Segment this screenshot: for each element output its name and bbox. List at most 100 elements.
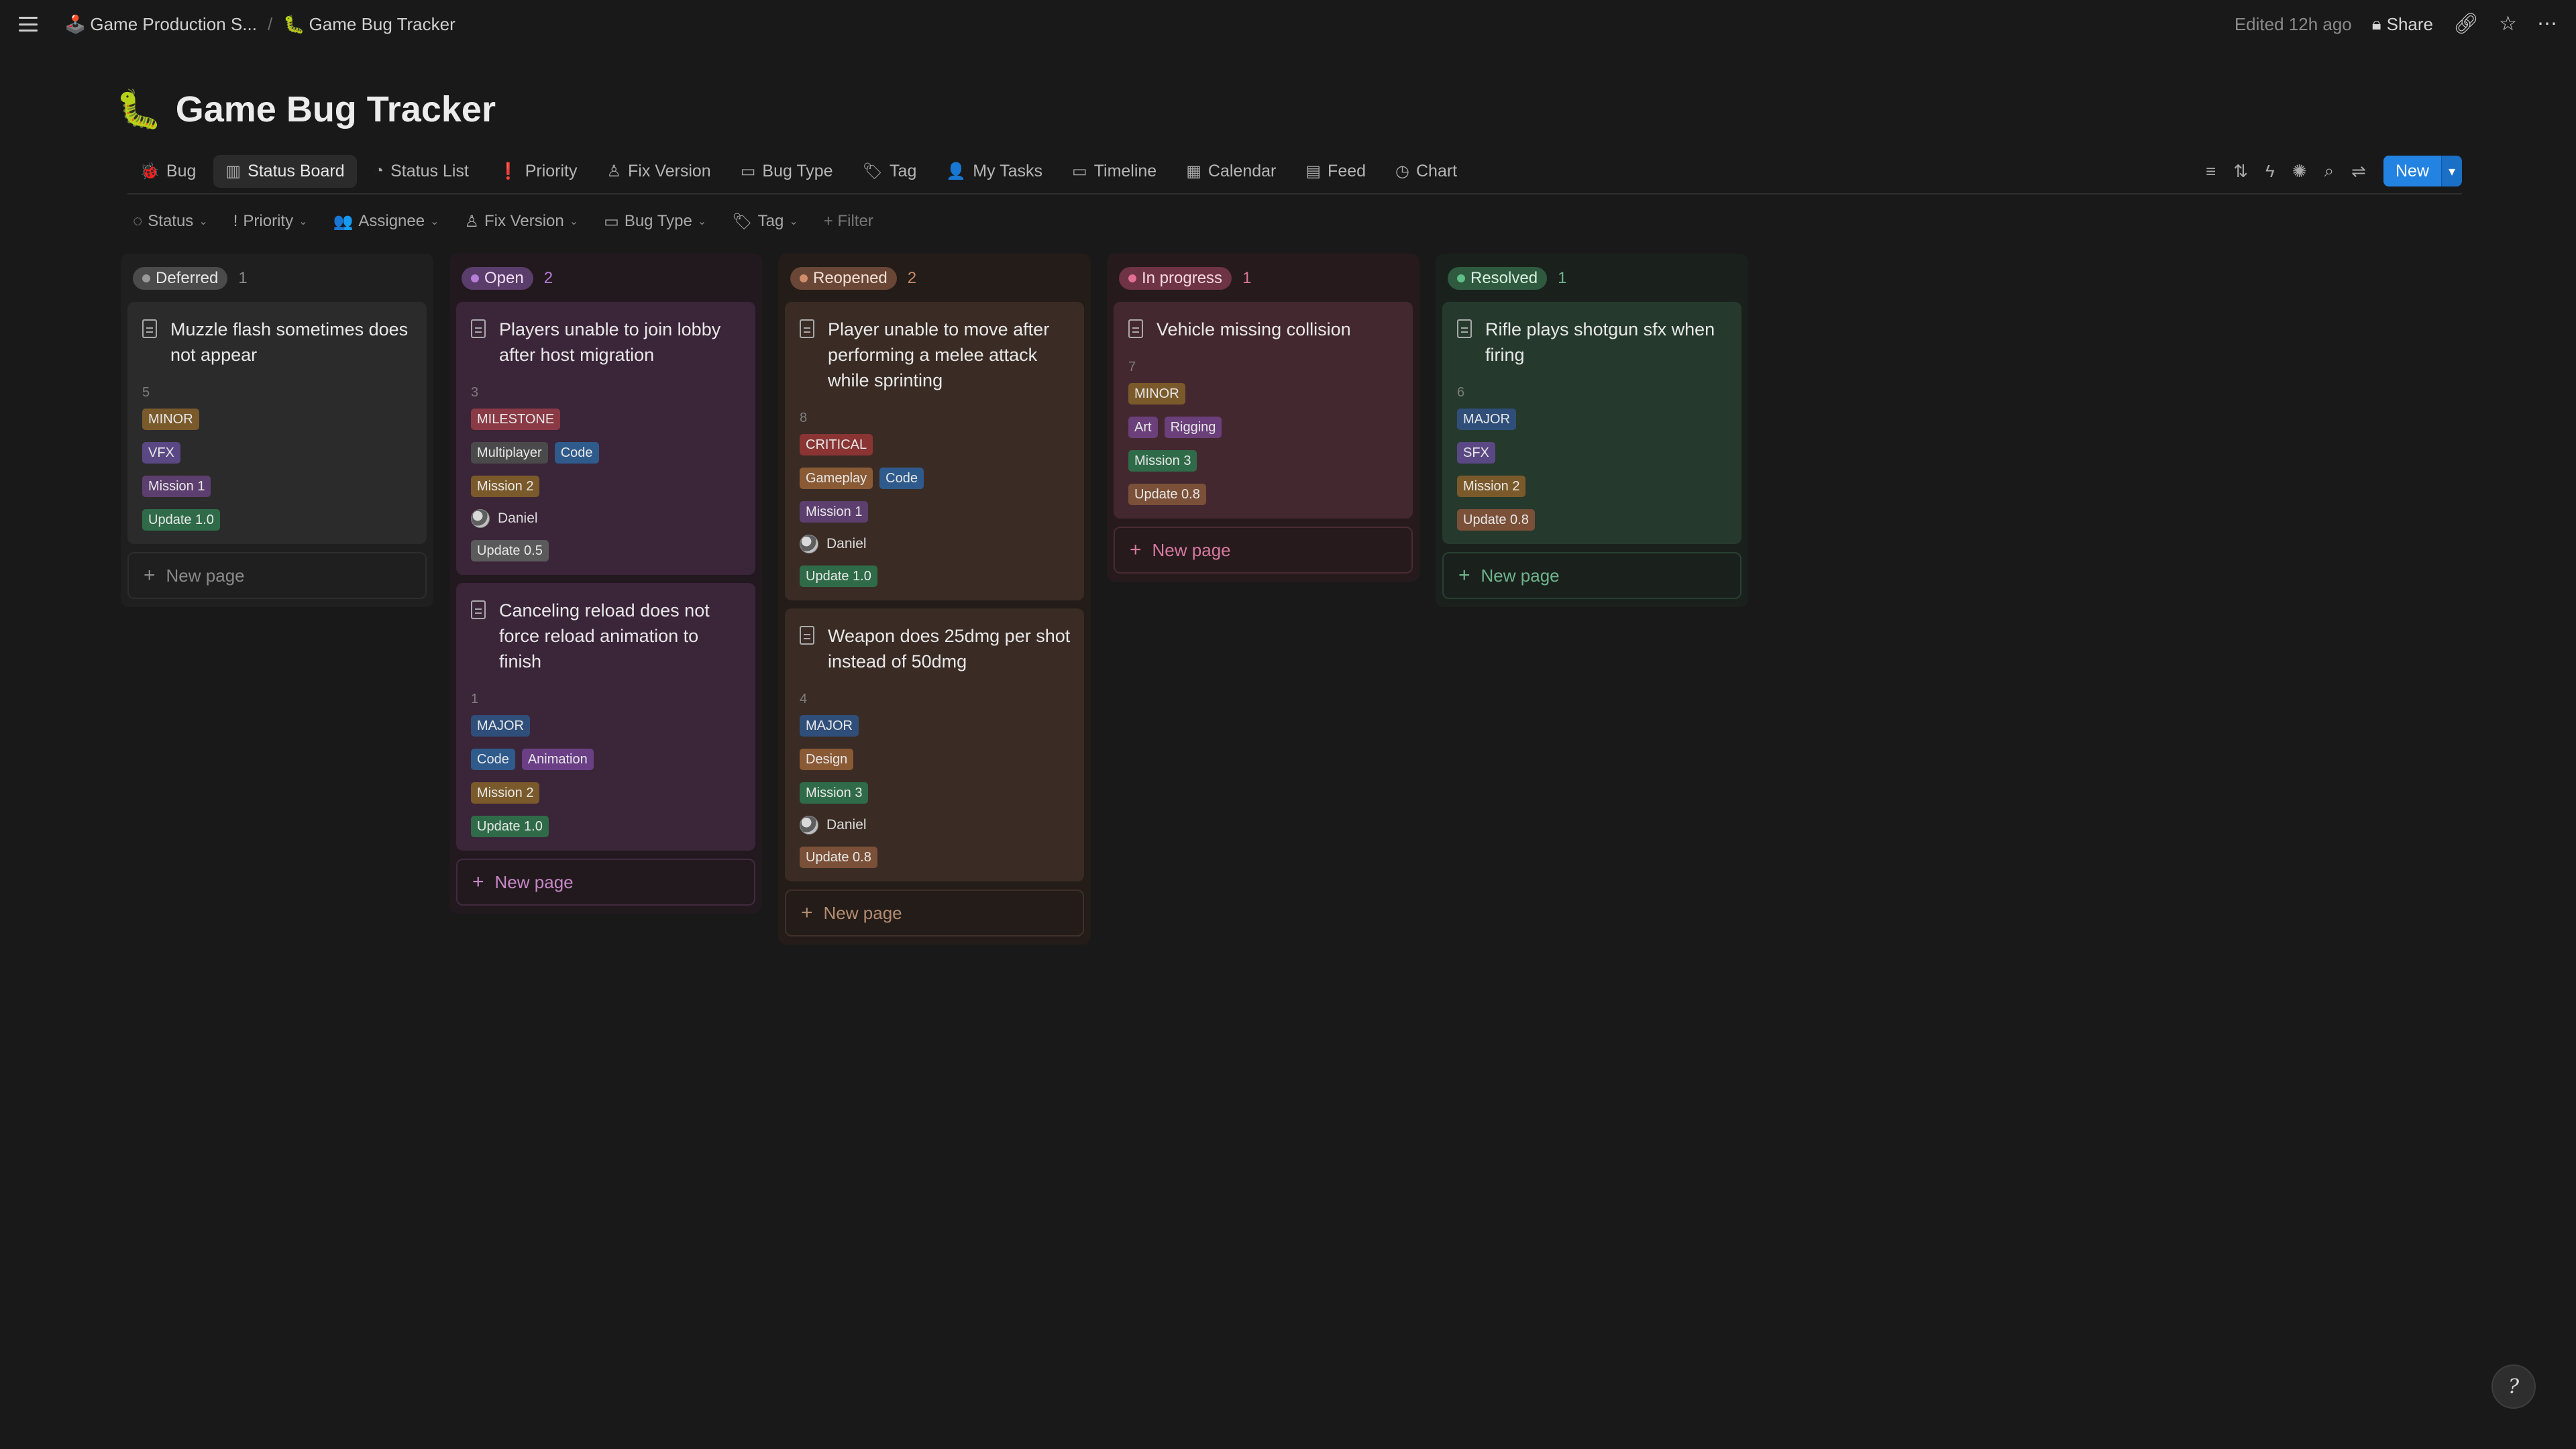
status-dot-icon: [800, 274, 808, 282]
automation-icon[interactable]: ϟ: [2265, 161, 2275, 182]
calendar-view-icon: ▦: [1186, 162, 1201, 180]
tab-status-list[interactable]: ◔ Status List: [362, 155, 481, 188]
new-page-button[interactable]: + New page: [1114, 527, 1413, 574]
severity-tag: MAJOR: [471, 715, 530, 737]
status-board-view-icon: ▥: [225, 162, 241, 180]
bug-view-icon: 🐞: [140, 162, 160, 180]
chevron-down-icon[interactable]: ▾: [2440, 156, 2462, 186]
bug-card[interactable]: Weapon does 25dmg per shot instead of 50…: [785, 608, 1084, 881]
filter-bug-type[interactable]: ▭ Bug Type ⌄: [597, 209, 713, 234]
status-pill[interactable]: Deferred: [133, 267, 228, 290]
version-row: Update 0.8: [1128, 484, 1399, 505]
share-label: Share: [2386, 13, 2433, 34]
new-page-button[interactable]: + New page: [456, 859, 755, 906]
tab-label: Tag: [890, 161, 917, 180]
bug-card[interactable]: Muzzle flash sometimes does not appear 5 M…: [127, 302, 427, 544]
bug-card[interactable]: Rifle plays shotgun sfx when firing 6 MAJO…: [1442, 302, 1741, 544]
status-pill[interactable]: In progress: [1119, 267, 1232, 290]
tab-my-tasks[interactable]: 👤 My Tasks: [934, 155, 1055, 188]
filter-assignee[interactable]: 👥 Assignee ⌄: [326, 209, 445, 234]
bug-card[interactable]: Canceling reload does not force reload a…: [456, 583, 755, 851]
new-page-button[interactable]: + New page: [127, 552, 427, 599]
tab-priority[interactable]: ❗ Priority: [486, 155, 590, 188]
status-pill[interactable]: Open: [462, 267, 533, 290]
tab-bug-type[interactable]: ▭ Bug Type: [729, 155, 845, 188]
severity-row: MILESTONE: [471, 409, 742, 430]
bug-type-row: Multiplayer Code: [471, 442, 742, 464]
status-pill[interactable]: Resolved: [1448, 267, 1548, 290]
sort-icon[interactable]: ⇅: [2233, 161, 2248, 182]
breadcrumb-parent[interactable]: 🕹️ Game Production S...: [64, 14, 257, 35]
tab-calendar[interactable]: ▦ Calendar: [1174, 155, 1288, 188]
bug-type-tag: Code: [554, 442, 599, 464]
column-header: Open 2: [456, 263, 755, 294]
bug-number: 1: [471, 692, 479, 706]
mission-row: Mission 2: [471, 476, 742, 497]
status-dot-icon: [1457, 274, 1465, 282]
tab-timeline[interactable]: ▭ Timeline: [1060, 155, 1169, 188]
new-page-button[interactable]: + New page: [785, 890, 1084, 936]
page-document-icon: [800, 626, 814, 645]
filter-label: Bug Type: [624, 212, 692, 230]
filter-label: Fix Version: [484, 212, 564, 230]
tab-label: Bug: [166, 161, 197, 180]
bug-card[interactable]: Player unable to move after performing a…: [785, 302, 1084, 600]
card-title-row: Muzzle flash sometimes does not appear: [142, 317, 413, 368]
bug-type-row: Art Rigging: [1128, 417, 1399, 438]
tab-bug[interactable]: 🐞 Bug: [127, 155, 208, 188]
filter-tag[interactable]: 🏷 Tag ⌄: [725, 209, 805, 234]
filter-status[interactable]: ◌ Status ⌄: [126, 209, 215, 233]
help-button[interactable]: ?: [2491, 1364, 2536, 1409]
settings-sparkle-icon[interactable]: ✺: [2292, 161, 2307, 182]
bug-type-tag: SFX: [1457, 442, 1495, 464]
severity-tag: MINOR: [142, 409, 199, 430]
bug-card[interactable]: Vehicle missing collision 7 MINOR Art Riggin…: [1114, 302, 1413, 519]
filter-bar: ◌ Status ⌄! Priority ⌄ 👥 Assignee ⌄ ♙ Fix Version…: [126, 208, 892, 235]
status-label: Open: [484, 269, 524, 287]
add-filter-button[interactable]: + Filter: [817, 209, 880, 233]
mission-tag: Mission 2: [1457, 476, 1526, 497]
column-count: 2: [907, 269, 917, 287]
filter-label: Priority: [243, 212, 294, 230]
filter-priority[interactable]: ! Priority ⌄: [227, 209, 315, 233]
bug-type-row: Design: [800, 749, 1071, 770]
status-pill[interactable]: Reopened: [790, 267, 897, 290]
card-title: Canceling reload does not force reload a…: [499, 600, 710, 672]
fix-version-view-icon: ♙: [606, 162, 622, 180]
mission-tag: Mission 1: [800, 501, 869, 523]
new-page-button[interactable]: + New page: [1442, 552, 1741, 599]
severity-row: MAJOR: [800, 715, 1071, 737]
tab-tag[interactable]: 🏷 Tag: [851, 155, 929, 188]
bug-type-tag: Rigging: [1164, 417, 1222, 438]
more-icon[interactable]: ⋯: [2537, 14, 2557, 34]
view-options-icon[interactable]: ⇌: [2351, 161, 2366, 182]
page-bug-emoji-icon[interactable]: 🐛: [115, 87, 162, 131]
column-count: 1: [1242, 269, 1252, 287]
tab-fix-version[interactable]: ♙ Fix Version: [595, 155, 723, 188]
breadcrumb-current[interactable]: 🐛 Game Bug Tracker: [283, 14, 455, 35]
share-button[interactable]: 🔒︎ Share: [2372, 13, 2433, 35]
card-title-row: Rifle plays shotgun sfx when firing: [1457, 317, 1728, 368]
bug-number: 7: [1128, 360, 1136, 374]
tab-chart[interactable]: ◷ Chart: [1383, 155, 1469, 188]
tab-status-board[interactable]: ▥ Status Board: [213, 154, 357, 188]
chevron-down-icon: ⌄: [569, 216, 579, 227]
mission-row: Mission 3: [1128, 450, 1399, 472]
sidebar-toggle-icon[interactable]: [19, 17, 38, 32]
page-title[interactable]: Game Bug Tracker: [176, 89, 496, 130]
bug-card[interactable]: Players unable to join lobby after host …: [456, 302, 755, 575]
new-button-label[interactable]: New: [2383, 156, 2441, 186]
bug-type-tag: Code: [879, 468, 924, 489]
fix-version-tag: Update 1.0: [471, 816, 549, 837]
priority-filter-icon: !: [233, 212, 238, 230]
new-button[interactable]: New ▾: [2383, 156, 2462, 186]
search-icon[interactable]: ⌕: [2324, 160, 2334, 182]
tab-feed[interactable]: ▤ Feed: [1293, 155, 1378, 188]
filter-fix-version[interactable]: ♙ Fix Version ⌄: [458, 209, 586, 234]
card-title-row: Canceling reload does not force reload a…: [471, 598, 742, 674]
star-icon[interactable]: ☆: [2499, 14, 2517, 34]
link-icon[interactable]: 🔗︎: [2453, 14, 2479, 34]
status-filter-icon: ◌: [133, 212, 143, 230]
filter-icon[interactable]: ≡: [2206, 161, 2216, 182]
column-header: Reopened 2: [785, 263, 1084, 294]
